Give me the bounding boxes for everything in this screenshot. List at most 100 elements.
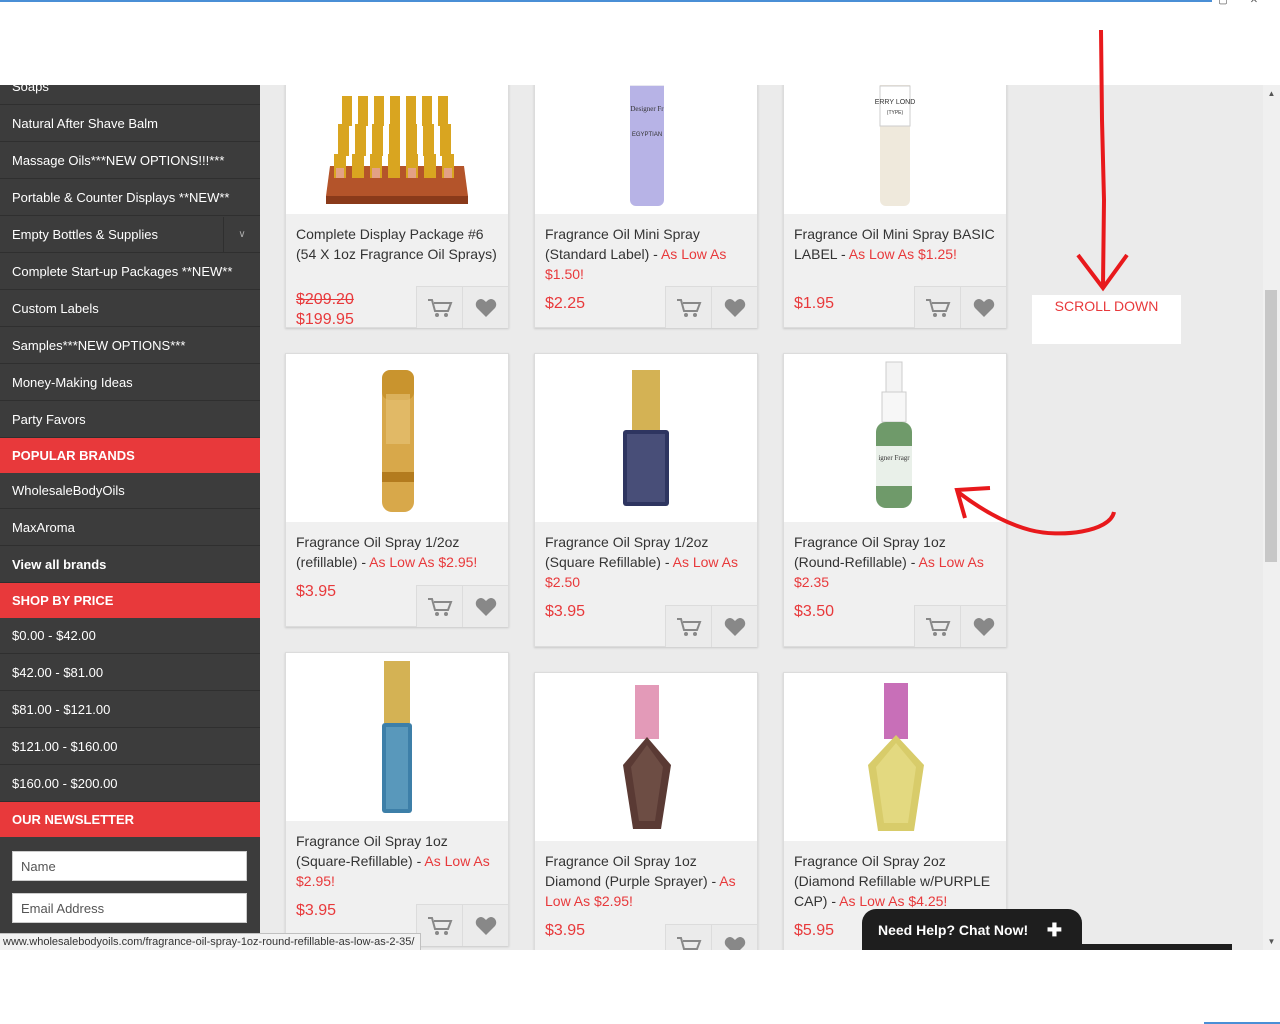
sidebar-item-massage-oils[interactable]: Massage Oils***NEW OPTIONS!!!*** bbox=[0, 143, 260, 179]
wishlist-button[interactable] bbox=[960, 286, 1006, 328]
wishlist-button[interactable] bbox=[462, 286, 508, 328]
product-title[interactable]: Fragrance Oil Spray 2oz (Diamond Refilla… bbox=[794, 851, 998, 911]
heart-icon bbox=[724, 936, 745, 950]
cart-icon bbox=[427, 298, 452, 317]
cart-icon bbox=[427, 597, 452, 616]
product-price: $1.95 bbox=[794, 295, 835, 312]
sidebar-item-startup-packages[interactable]: Complete Start-up Packages **NEW** bbox=[0, 254, 260, 290]
product-image[interactable] bbox=[286, 354, 508, 522]
product-price: $5.95 bbox=[794, 922, 835, 939]
add-to-cart-button[interactable] bbox=[914, 605, 960, 647]
sidebar-item-after-shave-balm[interactable]: Natural After Shave Balm bbox=[0, 106, 260, 142]
add-to-cart-button[interactable] bbox=[416, 904, 462, 946]
product-title[interactable]: Fragrance Oil Spray 1/2oz (Square Refill… bbox=[545, 532, 749, 592]
restore-icon[interactable]: ▢ bbox=[1214, 0, 1232, 6]
product-image[interactable] bbox=[535, 354, 757, 522]
view-all-brands-link[interactable]: View all brands bbox=[0, 547, 260, 583]
product-image[interactable]: ERRY LOND (TYPE) bbox=[784, 85, 1006, 214]
plus-icon[interactable]: ✚ bbox=[1047, 909, 1062, 951]
newsletter-email-input[interactable] bbox=[12, 893, 247, 923]
product-title[interactable]: Complete Display Package #6 (54 X 1oz Fr… bbox=[296, 224, 500, 264]
wishlist-button[interactable] bbox=[711, 286, 757, 328]
scroll-down-arrow-icon[interactable]: ▼ bbox=[1263, 933, 1280, 950]
price-range-160-200[interactable]: $160.00 - $200.00 bbox=[0, 766, 260, 802]
scroll-up-arrow-icon[interactable]: ▲ bbox=[1263, 85, 1280, 102]
add-to-cart-button[interactable] bbox=[914, 286, 960, 328]
product-image[interactable]: igner Fragr bbox=[784, 354, 1006, 522]
newsletter-name-input[interactable] bbox=[12, 851, 247, 881]
product-price: $3.50 bbox=[794, 603, 835, 620]
heart-icon bbox=[475, 916, 496, 935]
add-to-cart-button[interactable] bbox=[665, 286, 711, 328]
page-viewport: Soaps Natural After Shave Balm Massage O… bbox=[0, 85, 1280, 950]
heart-icon bbox=[724, 617, 745, 636]
sidebar-item-empty-bottles[interactable]: Empty Bottles & Supplies ∨ bbox=[0, 217, 260, 253]
price-range-42-81[interactable]: $42.00 - $81.00 bbox=[0, 655, 260, 691]
sidebar-item-custom-labels[interactable]: Custom Labels bbox=[0, 291, 260, 327]
price-range-0-42[interactable]: $0.00 - $42.00 bbox=[0, 618, 260, 654]
product-title[interactable]: Fragrance Oil Mini Spray (Standard Label… bbox=[545, 224, 749, 284]
product-card[interactable]: Fragrance Oil Spray 1/2oz (Square Refill… bbox=[534, 353, 758, 647]
product-price: $3.95 bbox=[296, 583, 337, 600]
chevron-down-icon[interactable]: ∨ bbox=[223, 217, 260, 253]
sidebar-item-soaps[interactable]: Soaps bbox=[0, 85, 260, 105]
newsletter-heading: OUR NEWSLETTER bbox=[0, 802, 260, 837]
add-to-cart-button[interactable] bbox=[665, 924, 711, 950]
product-title[interactable]: Fragrance Oil Spray 1oz Diamond (Purple … bbox=[545, 851, 749, 911]
wishlist-button[interactable] bbox=[462, 585, 508, 627]
product-card[interactable]: igner Fragr Fragrance Oil Spray 1oz (Rou… bbox=[783, 353, 1007, 647]
product-image[interactable] bbox=[784, 673, 1006, 841]
product-price: $3.95 bbox=[296, 902, 337, 919]
page-scrollbar[interactable]: ▲ ▼ bbox=[1263, 85, 1280, 950]
price-range-121-160[interactable]: $121.00 - $160.00 bbox=[0, 729, 260, 765]
product-card[interactable]: Fragrance Oil Spray 1oz (Square-Refillab… bbox=[285, 652, 509, 946]
product-price: $3.95 bbox=[545, 603, 586, 620]
bottom-blank-area bbox=[0, 950, 1280, 1024]
svg-text:(TYPE): (TYPE) bbox=[887, 110, 904, 116]
product-card[interactable]: Fragrance Oil Spray 1oz Diamond (Purple … bbox=[534, 672, 758, 950]
popular-brands-heading: POPULAR BRANDS bbox=[0, 438, 260, 473]
svg-text:igner Fragr: igner Fragr bbox=[878, 454, 910, 462]
wishlist-button[interactable] bbox=[711, 924, 757, 950]
product-image[interactable]: Designer Fr EGYPTIAN bbox=[535, 85, 757, 214]
close-icon[interactable]: ✕ bbox=[1245, 0, 1263, 6]
scrollbar-thumb[interactable] bbox=[1265, 290, 1277, 562]
heart-icon bbox=[724, 298, 745, 317]
product-image[interactable] bbox=[286, 85, 508, 214]
brand-item-wholesalebodyoils[interactable]: WholesaleBodyOils bbox=[0, 473, 260, 509]
wishlist-button[interactable] bbox=[960, 605, 1006, 647]
product-card[interactable]: Complete Display Package #6 (54 X 1oz Fr… bbox=[285, 85, 509, 328]
price-range-81-121[interactable]: $81.00 - $121.00 bbox=[0, 692, 260, 728]
product-title[interactable]: Fragrance Oil Spray 1oz (Round-Refillabl… bbox=[794, 532, 998, 592]
product-price: $199.95 bbox=[296, 311, 354, 328]
product-title[interactable]: Fragrance Oil Mini Spray BASIC LABEL - A… bbox=[794, 224, 998, 264]
add-to-cart-button[interactable] bbox=[416, 585, 462, 627]
chat-widget-button[interactable]: Need Help? Chat Now! ✚ bbox=[862, 909, 1082, 950]
product-image[interactable] bbox=[535, 673, 757, 841]
product-price: $2.25 bbox=[545, 295, 586, 312]
product-price: $3.95 bbox=[545, 922, 586, 939]
add-to-cart-button[interactable] bbox=[665, 605, 711, 647]
sidebar-item-party-favors[interactable]: Party Favors bbox=[0, 402, 260, 438]
shop-by-price-heading: SHOP BY PRICE bbox=[0, 583, 260, 618]
sidebar-item-samples[interactable]: Samples***NEW OPTIONS*** bbox=[0, 328, 260, 364]
wishlist-button[interactable] bbox=[711, 605, 757, 647]
svg-text:ERRY LOND: ERRY LOND bbox=[875, 99, 916, 106]
product-card[interactable]: ERRY LOND (TYPE) Fragrance Oil Mini Spra… bbox=[783, 85, 1007, 328]
product-image[interactable] bbox=[286, 653, 508, 821]
scroll-down-note: SCROLL DOWN bbox=[1032, 295, 1181, 344]
heart-icon bbox=[973, 298, 994, 317]
wishlist-button[interactable] bbox=[462, 904, 508, 946]
cart-icon bbox=[925, 298, 950, 317]
brand-item-maxaroma[interactable]: MaxAroma bbox=[0, 510, 260, 546]
add-to-cart-button[interactable] bbox=[416, 286, 462, 328]
product-title[interactable]: Fragrance Oil Spray 1/2oz (refillable) -… bbox=[296, 532, 500, 572]
heart-icon bbox=[475, 298, 496, 317]
sidebar-item-money-making[interactable]: Money-Making Ideas bbox=[0, 365, 260, 401]
cart-icon bbox=[676, 936, 701, 950]
product-card[interactable]: Fragrance Oil Spray 1/2oz (refillable) -… bbox=[285, 353, 509, 627]
product-title[interactable]: Fragrance Oil Spray 1oz (Square-Refillab… bbox=[296, 831, 500, 891]
sidebar-item-displays[interactable]: Portable & Counter Displays **NEW** bbox=[0, 180, 260, 216]
product-card[interactable]: Designer Fr EGYPTIAN Fragrance Oil Mini … bbox=[534, 85, 758, 328]
svg-text:Designer Fr: Designer Fr bbox=[630, 105, 664, 113]
